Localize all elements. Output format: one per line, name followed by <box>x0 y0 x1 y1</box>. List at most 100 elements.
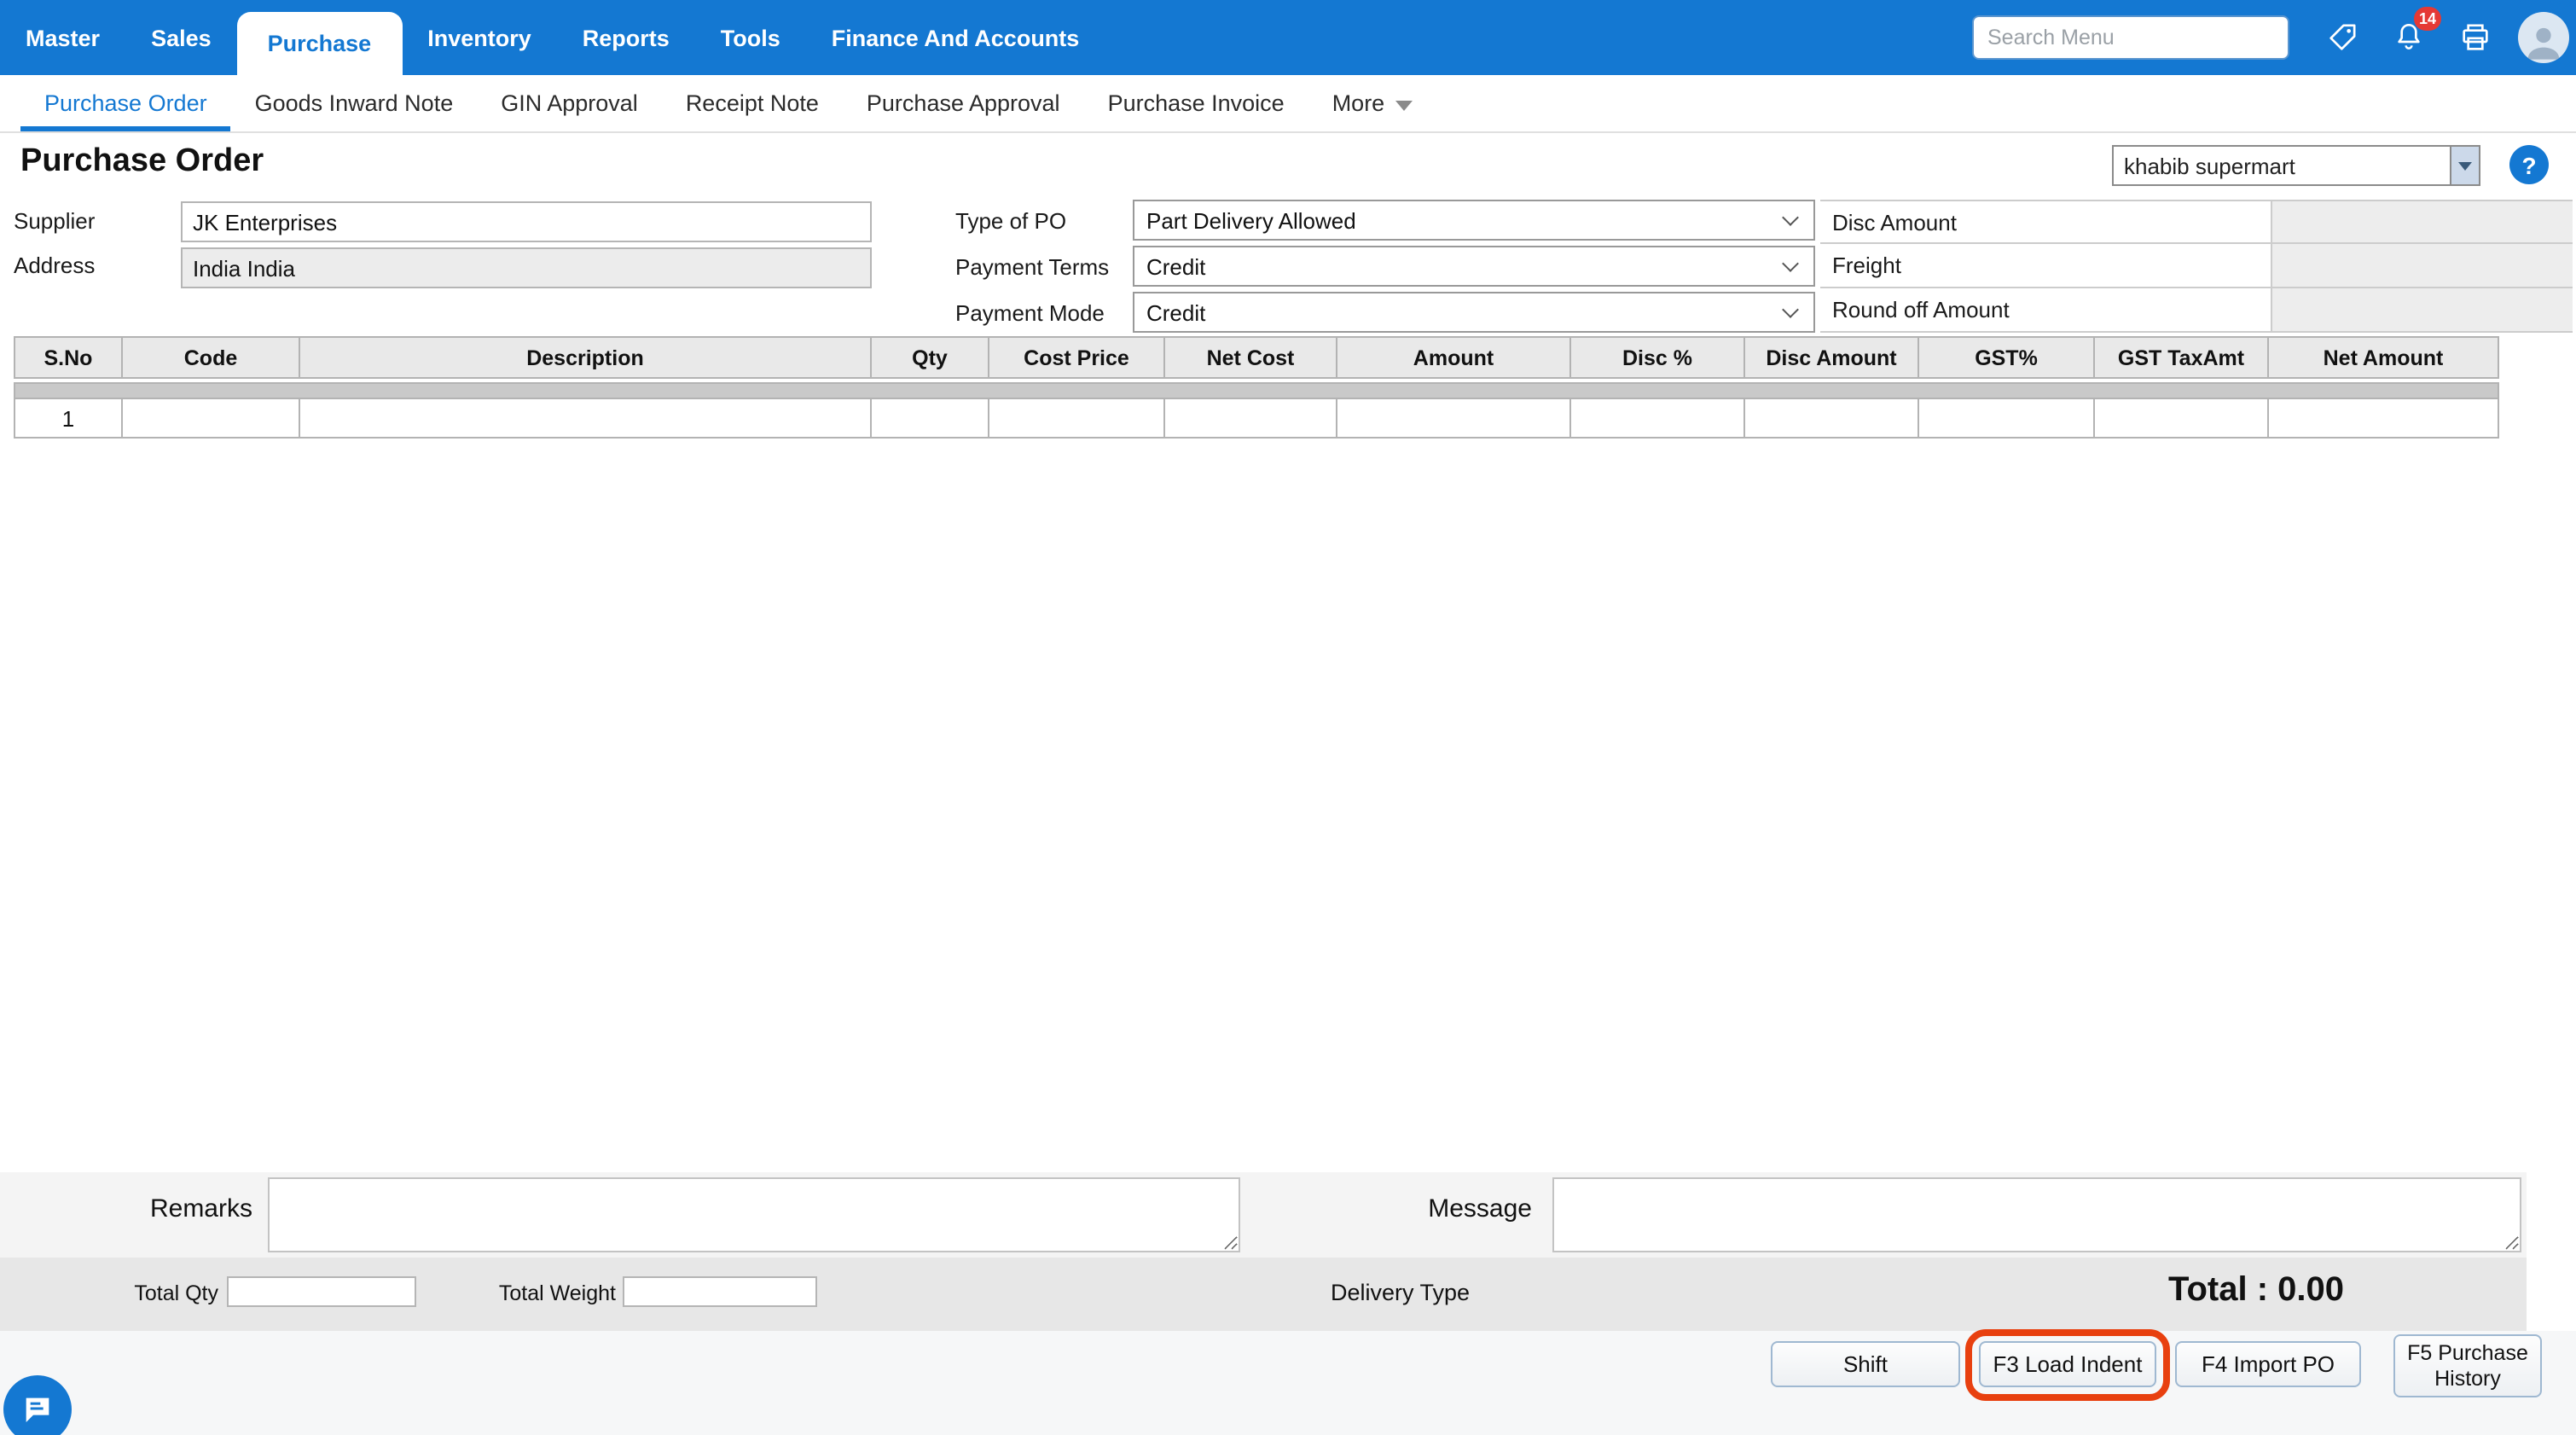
payment-mode-select[interactable]: Credit <box>1133 292 1815 333</box>
column-header-disc-pct: Disc % <box>1571 336 1745 379</box>
disc-amount-field[interactable] <box>2271 201 2573 242</box>
items-grid-header: S.No Code Description Qty Cost Price Net… <box>14 336 2499 379</box>
column-header-cost-price: Cost Price <box>989 336 1165 379</box>
column-header-gst-taxamt: GST TaxAmt <box>2095 336 2269 379</box>
grid-separator-strip <box>14 382 2499 399</box>
nav-item-tools[interactable]: Tools <box>695 0 806 75</box>
disc-amount-label: Disc Amount <box>1820 209 1957 235</box>
tab-purchase-approval[interactable]: Purchase Approval <box>843 75 1084 131</box>
tab-more-label: More <box>1332 90 1385 116</box>
shift-button[interactable]: Shift <box>1771 1341 1960 1387</box>
nav-item-inventory[interactable]: Inventory <box>402 0 557 75</box>
print-icon[interactable] <box>2457 19 2494 56</box>
total-weight-input[interactable] <box>623 1276 817 1307</box>
cell-amount[interactable] <box>1337 399 1571 439</box>
nav-item-sales[interactable]: Sales <box>125 0 237 75</box>
charges-block: Disc Amount Freight Round off Amount <box>1820 200 2573 333</box>
round-off-label: Round off Amount <box>1820 297 2010 322</box>
type-of-po-select[interactable]: Part Delivery Allowed <box>1133 200 1815 241</box>
column-header-sno: S.No <box>15 336 123 379</box>
round-off-row: Round off Amount <box>1820 288 2573 333</box>
chevron-down-icon <box>1782 209 1799 226</box>
freight-row: Freight <box>1820 244 2573 288</box>
f3-load-indent-button[interactable]: F3 Load Indent <box>1979 1341 2156 1387</box>
store-select-value: khabib supermart <box>2114 153 2450 178</box>
payment-terms-select[interactable]: Credit <box>1133 246 1815 287</box>
payment-mode-value: Credit <box>1134 299 1784 325</box>
column-header-net-cost: Net Cost <box>1165 336 1337 379</box>
total-qty-input[interactable] <box>227 1276 416 1307</box>
store-select-arrow[interactable] <box>2450 147 2479 184</box>
items-grid: S.No Code Description Qty Cost Price Net… <box>14 336 2499 439</box>
page-title: Purchase Order <box>20 143 264 181</box>
message-label: Message <box>1395 1194 1532 1223</box>
remarks-textarea[interactable] <box>268 1177 1240 1252</box>
cell-cost-price[interactable] <box>989 399 1165 439</box>
column-header-amount: Amount <box>1337 336 1571 379</box>
supplier-input[interactable] <box>181 201 872 242</box>
column-header-disc-amount: Disc Amount <box>1745 336 1919 379</box>
notification-count-badge: 14 <box>2414 7 2441 31</box>
column-header-net-amount: Net Amount <box>2269 336 2499 379</box>
cell-gst-taxamt[interactable] <box>2095 399 2269 439</box>
cell-gst-pct[interactable] <box>1919 399 2095 439</box>
search-menu-input[interactable] <box>1972 15 2289 60</box>
freight-label: Freight <box>1820 253 1901 278</box>
table-row: 1 <box>14 399 2499 439</box>
column-header-qty: Qty <box>872 336 989 379</box>
cell-sno[interactable]: 1 <box>15 399 123 439</box>
tab-goods-inward-note[interactable]: Goods Inward Note <box>231 75 478 131</box>
disc-amount-row: Disc Amount <box>1820 200 2573 244</box>
payment-terms-value: Credit <box>1134 253 1784 279</box>
nav-item-finance-and-accounts[interactable]: Finance And Accounts <box>806 0 1105 75</box>
total-qty-label: Total Qty <box>68 1281 218 1305</box>
notifications-bell-icon[interactable]: 14 <box>2390 19 2428 56</box>
triangle-down-icon <box>2458 161 2472 170</box>
grand-total: Total : 0.00 <box>2098 1271 2414 1310</box>
message-textarea[interactable] <box>1552 1177 2521 1252</box>
f4-import-po-button[interactable]: F4 Import PO <box>2175 1341 2361 1387</box>
f5-purchase-history-button[interactable]: F5 Purchase History <box>2393 1334 2542 1397</box>
nav-item-reports[interactable]: Reports <box>557 0 695 75</box>
cell-net-amount[interactable] <box>2269 399 2499 439</box>
tab-purchase-order[interactable]: Purchase Order <box>20 75 231 131</box>
total-weight-label: Total Weight <box>435 1281 616 1305</box>
delivery-type-label: Delivery Type <box>1331 1280 1470 1305</box>
tab-more[interactable]: More <box>1308 75 1436 131</box>
chevron-down-icon <box>1782 255 1799 272</box>
tag-icon[interactable] <box>2324 19 2361 56</box>
user-avatar[interactable] <box>2518 12 2569 63</box>
cell-disc-amount[interactable] <box>1745 399 1919 439</box>
address-input[interactable] <box>181 247 872 288</box>
top-navigation-bar: Master Sales Purchase Inventory Reports … <box>0 0 2576 75</box>
address-label: Address <box>14 253 95 278</box>
tab-purchase-invoice[interactable]: Purchase Invoice <box>1084 75 1308 131</box>
tab-gin-approval[interactable]: GIN Approval <box>477 75 662 131</box>
cell-net-cost[interactable] <box>1165 399 1337 439</box>
topbar-icons: 14 <box>2324 19 2494 56</box>
nav-item-master[interactable]: Master <box>0 0 125 75</box>
payment-mode-label: Payment Mode <box>955 300 1105 326</box>
page: Master Sales Purchase Inventory Reports … <box>0 0 2576 1435</box>
type-of-po-label: Type of PO <box>955 208 1066 234</box>
cell-qty[interactable] <box>872 399 989 439</box>
cell-code[interactable] <box>123 399 300 439</box>
purchase-tab-bar: Purchase Order Goods Inward Note GIN App… <box>0 75 2576 133</box>
cell-description[interactable] <box>300 399 872 439</box>
cell-disc-pct[interactable] <box>1571 399 1745 439</box>
chevron-down-icon <box>1782 301 1799 318</box>
remarks-label: Remarks <box>102 1194 252 1223</box>
store-select[interactable]: khabib supermart <box>2112 145 2480 186</box>
column-header-gst-pct: GST% <box>1919 336 2095 379</box>
column-header-description: Description <box>300 336 872 379</box>
column-header-code: Code <box>123 336 300 379</box>
freight-field[interactable] <box>2271 244 2573 287</box>
supplier-label: Supplier <box>14 208 95 234</box>
round-off-field[interactable] <box>2271 288 2573 331</box>
help-button[interactable]: ? <box>2509 145 2549 184</box>
chevron-down-icon <box>1395 100 1412 110</box>
chat-widget-button[interactable] <box>3 1375 72 1435</box>
tab-receipt-note[interactable]: Receipt Note <box>662 75 843 131</box>
payment-terms-label: Payment Terms <box>955 254 1109 280</box>
nav-item-purchase[interactable]: Purchase <box>237 12 403 75</box>
